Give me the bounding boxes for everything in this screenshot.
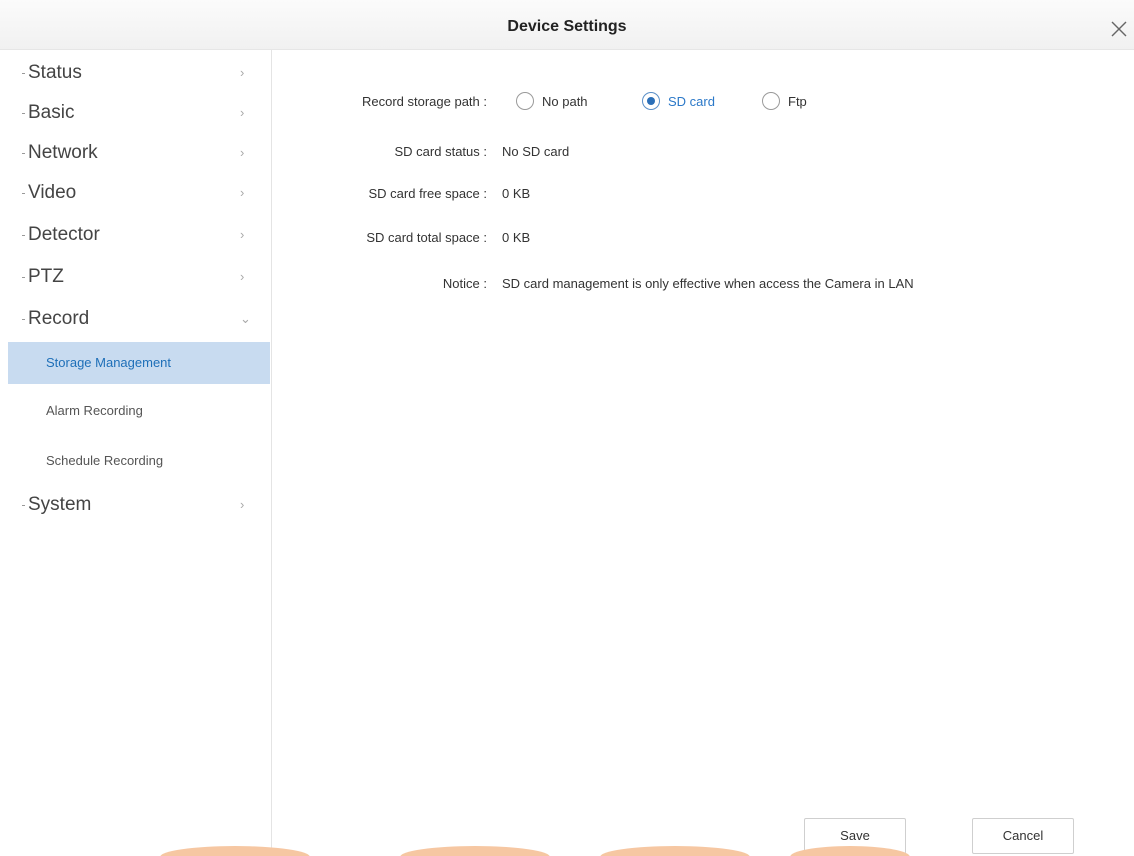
chevron-right-icon: › [240,65,245,80]
sidebar-item-system[interactable]: System › [0,486,272,526]
sidebar-subitem-storage-management[interactable]: Storage Management [8,342,270,384]
chevron-right-icon: › [240,227,245,242]
chevron-right-icon: › [240,105,245,120]
sidebar-item-ptz[interactable]: PTZ › [0,258,272,298]
sd-card-free-space-value: 0 KB [502,186,531,201]
radio-circle [762,92,780,110]
radio-label: Ftp [788,94,807,109]
sidebar-subitem-schedule-recording[interactable]: Schedule Recording [0,440,272,482]
decor-shape [790,846,910,856]
sidebar-item-detector[interactable]: Detector › [0,216,272,256]
chevron-right-icon: › [240,145,245,160]
field-label: SD card status : [394,144,487,159]
sidebar-item-label: Video [28,182,77,203]
bullet [22,193,25,194]
sidebar-item-status[interactable]: Status › [0,54,272,94]
field-label: Notice : [442,276,487,291]
sidebar-item-label: Record [28,308,90,329]
radio-circle [516,92,534,110]
sidebar-item-label: PTZ [28,266,64,287]
sidebar-item-label: Network [28,142,98,163]
field-label: SD card total space : [366,230,487,245]
close-icon[interactable] [1108,18,1130,40]
bullet [22,153,25,154]
sidebar-item-network[interactable]: Network › [0,134,272,174]
bullet [22,505,25,506]
decor-shape [400,846,550,856]
sidebar-item-record[interactable]: Record ⌄ [0,300,272,340]
notice-text: SD card management is only effective whe… [502,276,914,291]
notice-row: Notice : SD card management is only effe… [272,270,1134,298]
bullet [22,277,25,278]
title-bar: Device Settings [0,0,1134,50]
chevron-right-icon: › [240,269,245,284]
window-title: Device Settings [507,18,627,35]
bullet [22,113,25,114]
radio-circle [642,92,660,110]
field-label: SD card free space : [368,186,488,201]
cancel-button[interactable]: Cancel [972,818,1074,854]
chevron-down-icon: ⌄ [240,311,251,326]
decor-shape [600,846,750,856]
sd-card-total-space-value: 0 KB [502,230,531,245]
brand-decoration [150,846,910,856]
sidebar-item-label: Detector [28,224,100,245]
sidebar-subitem-label: Alarm Recording [46,403,143,418]
main-panel: Record storage path : No path SD card Ft… [272,50,1134,856]
decor-shape [160,846,310,856]
chevron-right-icon: › [240,497,245,512]
sd-card-status-value: No SD card [502,144,570,159]
sidebar-item-video[interactable]: Video › [0,174,272,214]
bullet [22,73,25,74]
sidebar-item-label: System [28,494,92,515]
chevron-right-icon: › [240,185,245,200]
sidebar: Status › Basic › Network › Video › Detec… [0,50,272,856]
bullet [22,319,25,320]
bullet [22,235,25,236]
sd-card-total-space-row: SD card total space : 0 KB [272,224,1134,252]
sd-card-status-row: SD card status : No SD card [272,138,1134,166]
radio-label: No path [542,94,588,109]
radio-label: SD card [668,94,715,109]
sidebar-item-label: Status [28,62,82,83]
record-storage-path-row: Record storage path : No path SD card Ft… [272,88,1134,116]
field-label: Record storage path : [361,94,487,109]
sidebar-subitem-label: Schedule Recording [46,453,164,468]
sidebar-item-basic[interactable]: Basic › [0,94,272,134]
sd-card-free-space-row: SD card free space : 0 KB [272,180,1134,208]
sidebar-subitem-alarm-recording[interactable]: Alarm Recording [0,390,272,432]
sidebar-item-label: Basic [28,102,75,123]
sidebar-subitem-label: Storage Management [46,355,172,370]
